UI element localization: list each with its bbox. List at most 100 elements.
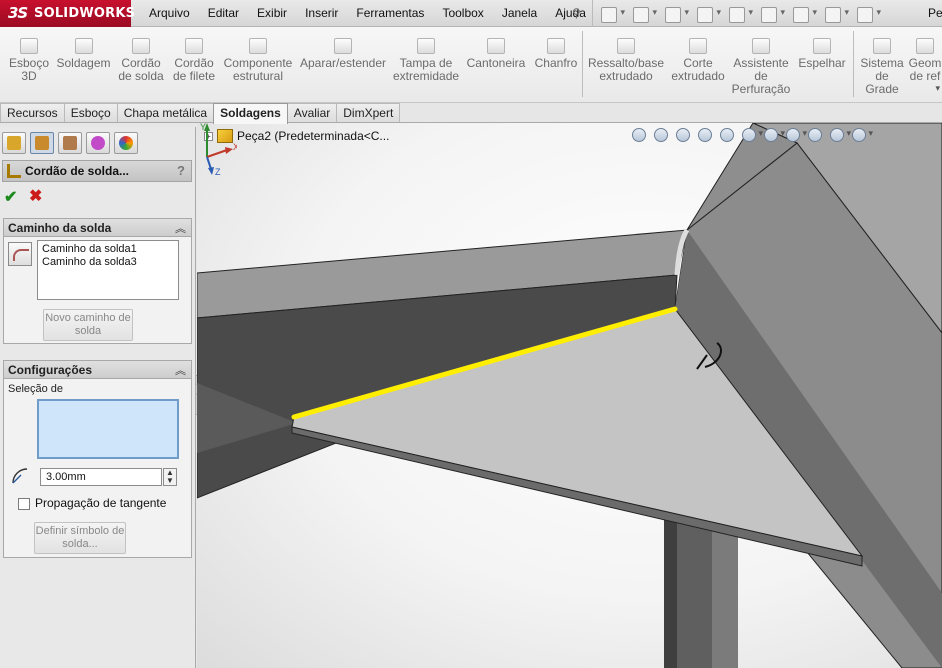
bead-size-input[interactable]: 3.00mm [40, 468, 162, 486]
view-settings-icon[interactable] [849, 125, 873, 143]
selection-box[interactable] [37, 399, 179, 459]
view-orientation-icon[interactable] [739, 125, 763, 143]
save-icon[interactable] [663, 4, 689, 24]
trim-extend-button[interactable]: Aparar/estender [298, 27, 388, 102]
menu-ajuda[interactable]: Ajuda [546, 0, 595, 27]
list-item[interactable]: Caminho da solda1 [42, 243, 174, 256]
hole-wizard-button[interactable]: Assistente de Perfuração [730, 27, 792, 102]
ribbon-label: Assistente de Perfuração [731, 56, 791, 96]
weld-path-group-header[interactable]: Caminho da solda ︽ [4, 219, 191, 237]
hide-show-items-icon[interactable] [783, 125, 807, 143]
tab-dimxpert[interactable]: DimXpert [336, 103, 401, 123]
menu-exibir[interactable]: Exibir [248, 0, 296, 27]
ribbon-label: Tampa de extremidade [393, 56, 460, 83]
sketch-3d-icon [20, 38, 38, 54]
help-icon[interactable]: ? [177, 163, 185, 178]
new-document-icon[interactable] [599, 4, 625, 24]
ok-button[interactable]: ✔ [4, 187, 17, 207]
define-weld-symbol-button[interactable]: Definir símbolo de solda... [34, 522, 126, 554]
ribbon-label: Cantoneira [466, 56, 526, 70]
quick-access-toolbar [592, 0, 887, 27]
section-view-icon[interactable] [695, 125, 713, 143]
property-manager-tab[interactable] [30, 132, 54, 154]
model-graphics[interactable] [197, 123, 942, 668]
search-field-stub[interactable]: Pe [928, 6, 942, 20]
collapse-icon[interactable]: ︽ [175, 220, 186, 236]
list-item[interactable]: Caminho da solda3 [42, 256, 174, 269]
heads-up-view-toolbar [629, 123, 873, 145]
menu-arquivo[interactable]: Arquivo [140, 0, 199, 27]
gusset-button[interactable]: Cantoneira [464, 27, 528, 102]
ribbon-label: Corte extrudado [671, 56, 725, 83]
new-weld-path-button[interactable]: Novo caminho de solda [43, 309, 133, 341]
logo-ds-mark: 3S [8, 4, 28, 22]
select-icon[interactable] [759, 4, 785, 24]
configuration-manager-tab[interactable] [58, 132, 82, 154]
end-cap-button[interactable]: Tampa de extremidade [393, 27, 459, 102]
post-highlight [712, 525, 738, 668]
weldment-icon [74, 38, 93, 54]
tangent-propagation-checkbox[interactable] [18, 498, 30, 510]
weld-path-list[interactable]: Caminho da solda1 Caminho da solda3 [37, 240, 179, 300]
structural-member-icon [249, 38, 267, 54]
zoom-to-area-icon[interactable] [651, 125, 669, 143]
part-name-label: Peça2 (Predeterminada<C... [237, 129, 390, 143]
weld-path-group: Caminho da solda ︽ Caminho da solda1 Cam… [3, 218, 192, 344]
dynamic-annotation-icon[interactable] [717, 125, 735, 143]
weld-bead-icon [132, 38, 150, 54]
dimxpert-manager-tab[interactable] [86, 132, 110, 154]
reference-geometry-icon [916, 38, 934, 54]
file-properties-icon[interactable] [823, 4, 849, 24]
display-style-icon[interactable] [761, 125, 785, 143]
extruded-boss-button[interactable]: Ressalto/base extrudado [586, 27, 666, 102]
dimxpert-icon [91, 136, 105, 150]
solidworks-logo[interactable]: 3S SOLIDWORKS [0, 0, 135, 27]
bead-size-spinner[interactable]: ▲ ▼ [163, 468, 177, 486]
cancel-button[interactable]: ✖ [29, 186, 42, 206]
open-icon[interactable] [631, 4, 657, 24]
tab-chapa-metalica[interactable]: Chapa metálica [116, 103, 215, 123]
weld-bead-button[interactable]: Cordão de solda [117, 27, 165, 102]
previous-view-icon[interactable] [673, 125, 691, 143]
zoom-to-fit-icon[interactable] [629, 125, 647, 143]
menu-inserir[interactable]: Inserir [296, 0, 347, 27]
weldment-button[interactable]: Soldagem [56, 27, 111, 102]
chamfer-button[interactable]: Chanfro [532, 27, 580, 102]
ribbon-overflow-icon[interactable]: ▾ [935, 83, 940, 94]
menu-ferramentas[interactable]: Ferramentas [347, 0, 433, 27]
display-manager-tab[interactable] [114, 132, 138, 154]
apply-scene-icon[interactable] [827, 125, 851, 143]
collapse-icon[interactable]: ︽ [175, 362, 186, 378]
gusset-icon [487, 38, 505, 54]
fillet-bead-button[interactable]: Cordão de filete [170, 27, 218, 102]
mirror-button[interactable]: Espelhar [796, 27, 848, 102]
menu-janela[interactable]: Janela [493, 0, 546, 27]
tab-soldagens[interactable]: Soldagens [213, 103, 288, 124]
print-icon[interactable] [695, 4, 721, 24]
manager-tabs [2, 132, 142, 154]
ribbon-label: Espelhar [798, 56, 846, 70]
tab-avaliar[interactable]: Avaliar [286, 103, 338, 123]
property-manager-icon [35, 136, 49, 150]
tab-esboco[interactable]: Esboço [63, 103, 118, 123]
rebuild-icon[interactable] [791, 4, 817, 24]
extruded-cut-button[interactable]: Corte extrudado [668, 27, 728, 102]
edit-appearance-icon[interactable] [805, 125, 823, 143]
menu-editar[interactable]: Editar [199, 0, 248, 27]
graphics-viewport[interactable]: + Peça2 (Predeterminada<C... ▾ ▾ ▾ ▾ ▾ X… [197, 123, 942, 668]
sketch-3d-button[interactable]: Esboço 3D [4, 27, 54, 102]
options-icon[interactable] [855, 4, 881, 24]
menu-toolbox[interactable]: Toolbox [433, 0, 492, 27]
pin-icon[interactable]: ⚲ [572, 6, 586, 20]
settings-group-header[interactable]: Configurações ︽ [4, 361, 191, 379]
feature-manager-tab[interactable] [2, 132, 26, 154]
post-shadow [664, 518, 677, 668]
svg-text:Z: Z [215, 167, 221, 175]
structural-member-button[interactable]: Componente estrutural [222, 27, 294, 102]
weld-bead-icon [7, 164, 21, 178]
grid-system-button[interactable]: Sistema de Grade [858, 27, 906, 102]
ribbon-label: Cordão de filete [172, 56, 216, 83]
tab-recursos[interactable]: Recursos [0, 103, 65, 123]
fillet-bead-icon [185, 38, 203, 54]
undo-icon[interactable] [727, 4, 753, 24]
